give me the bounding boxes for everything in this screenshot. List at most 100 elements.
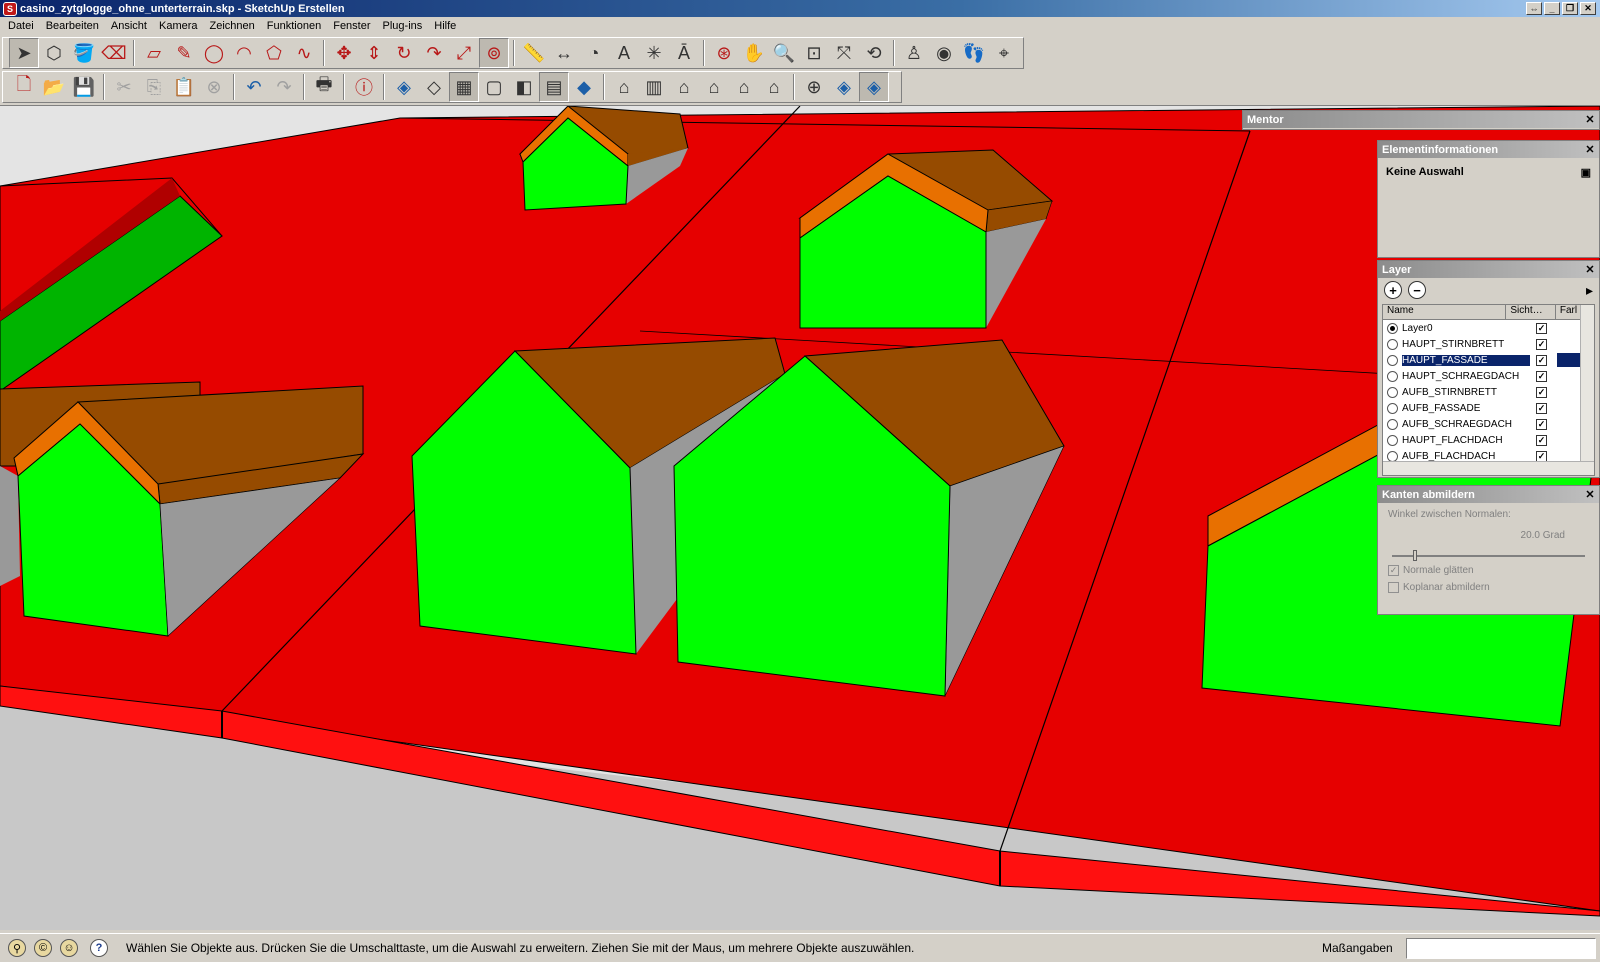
menu-hilfe[interactable]: Hilfe	[428, 20, 462, 32]
rotate-icon[interactable]: ↻	[389, 38, 419, 68]
zoom-extents-icon[interactable]: ⤧	[829, 38, 859, 68]
col-visible[interactable]: Sicht…	[1506, 305, 1556, 319]
menu-datei[interactable]: Datei	[2, 20, 40, 32]
layer-row[interactable]: Layer0 ✓	[1383, 320, 1594, 336]
zoom-window-icon[interactable]: ⊡	[799, 38, 829, 68]
delete-layer-icon[interactable]: −	[1408, 281, 1426, 299]
polygon-icon[interactable]: ⬠	[259, 38, 289, 68]
menu-ansicht[interactable]: Ansicht	[105, 20, 153, 32]
layer-row[interactable]: AUFB_STIRNBRETT ✓	[1383, 384, 1594, 400]
soften-coplanar-checkbox[interactable]	[1388, 582, 1399, 593]
layer-name[interactable]: AUFB_FLACHDACH	[1402, 451, 1530, 462]
visible-checkbox[interactable]: ✓	[1536, 450, 1547, 462]
xray-icon[interactable]: ◈	[389, 72, 419, 102]
active-layer-radio[interactable]	[1387, 434, 1398, 446]
layer-row[interactable]: AUFB_SCHRAEGDACH ✓	[1383, 416, 1594, 432]
open-file-icon[interactable]: 📂	[39, 72, 69, 102]
shaded-textures-icon[interactable]: ▤	[539, 72, 569, 102]
iso-view-icon[interactable]: ⌂	[609, 72, 639, 102]
layer-name[interactable]: AUFB_STIRNBRETT	[1402, 387, 1530, 398]
active-layer-radio[interactable]	[1387, 354, 1398, 366]
eraser-icon[interactable]: ⌫	[99, 38, 129, 68]
undo-icon[interactable]: ↶	[239, 72, 269, 102]
active-layer-radio[interactable]	[1387, 418, 1398, 430]
copy-icon[interactable]: ⎘	[139, 72, 169, 102]
circle-icon[interactable]: ◯	[199, 38, 229, 68]
layer-horizontal-scrollbar[interactable]	[1383, 461, 1594, 475]
close-icon[interactable]: ✕	[1583, 113, 1597, 126]
pencil-line-icon[interactable]: ✎	[169, 38, 199, 68]
follow-me-icon[interactable]: ↷	[419, 38, 449, 68]
layer-name[interactable]: AUFB_SCHRAEGDACH	[1402, 419, 1530, 430]
entity-info-title-bar[interactable]: Elementinformationen ✕	[1378, 141, 1599, 158]
layer-row[interactable]: HAUPT_FLACHDACH ✓	[1383, 432, 1594, 448]
scale-icon[interactable]: ⤢	[449, 38, 479, 68]
layer-name[interactable]: HAUPT_STIRNBRETT	[1402, 339, 1530, 350]
orbit-icon[interactable]: ⊛	[709, 38, 739, 68]
visible-checkbox[interactable]: ✓	[1536, 370, 1547, 382]
active-layer-radio[interactable]	[1387, 450, 1398, 462]
monochrome-icon[interactable]: ◆	[569, 72, 599, 102]
menu-kamera[interactable]: Kamera	[153, 20, 204, 32]
layer-name[interactable]: HAUPT_FASSADE	[1401, 353, 1531, 367]
hidden-line-icon[interactable]: ▢	[479, 72, 509, 102]
mentor-title-bar[interactable]: Mentor ✕	[1243, 111, 1599, 128]
user-icon[interactable]: ☺	[60, 939, 78, 957]
arc-icon[interactable]: ◠	[229, 38, 259, 68]
cut-icon[interactable]: ✂	[109, 72, 139, 102]
model-info-icon[interactable]: ⓘ	[349, 72, 379, 102]
axes-icon[interactable]: ✳	[639, 38, 669, 68]
layer-name[interactable]: AUFB_FASSADE	[1402, 403, 1530, 414]
visible-checkbox[interactable]: ✓	[1536, 338, 1547, 350]
back-edges-icon[interactable]: ◇	[419, 72, 449, 102]
delete-icon[interactable]: ⊗	[199, 72, 229, 102]
wireframe-icon[interactable]: ▦	[449, 72, 479, 102]
look-around-icon[interactable]: ◉	[929, 38, 959, 68]
menu-funktionen[interactable]: Funktionen	[261, 20, 327, 32]
layer-row[interactable]: AUFB_FASSADE ✓	[1383, 400, 1594, 416]
active-layer-radio[interactable]	[1387, 338, 1398, 350]
paint-bucket-icon[interactable]: 🪣	[69, 38, 99, 68]
layer-row[interactable]: HAUPT_FASSADE ✓	[1383, 352, 1594, 368]
minimize-button[interactable]: _	[1544, 2, 1560, 15]
save-icon[interactable]: 💾	[69, 72, 99, 102]
section-cuts-icon[interactable]: ◈	[829, 72, 859, 102]
text-icon[interactable]: A	[609, 38, 639, 68]
menu-fenster[interactable]: Fenster	[327, 20, 376, 32]
layer-details-icon[interactable]: ▸	[1586, 282, 1593, 299]
smooth-normals-checkbox[interactable]: ✓	[1388, 565, 1399, 576]
restore-icon[interactable]: ⇔	[1526, 2, 1542, 15]
print-icon[interactable]: 🖶	[309, 72, 339, 102]
menu-plugins[interactable]: Plug-ins	[377, 20, 429, 32]
layer-name[interactable]: Layer0	[1402, 323, 1530, 334]
visible-checkbox[interactable]: ✓	[1536, 322, 1547, 334]
move-icon[interactable]: ✥	[329, 38, 359, 68]
credits-icon[interactable]: ©	[34, 939, 52, 957]
back-view-icon[interactable]: ⌂	[729, 72, 759, 102]
visible-checkbox[interactable]: ✓	[1536, 386, 1547, 398]
layer-name[interactable]: HAUPT_FLACHDACH	[1402, 435, 1530, 446]
walk-icon[interactable]: 👣	[959, 38, 989, 68]
select-arrow-icon[interactable]: ➤	[9, 38, 39, 68]
tape-measure-icon[interactable]: 📏	[519, 38, 549, 68]
zoom-icon[interactable]: 🔍	[769, 38, 799, 68]
soften-edges-title-bar[interactable]: Kanten abmildern ✕	[1378, 486, 1599, 503]
dimension-icon[interactable]: ↔	[549, 38, 579, 68]
active-layer-radio[interactable]	[1387, 322, 1398, 334]
angle-slider[interactable]	[1392, 550, 1585, 561]
layer-title-bar[interactable]: Layer ✕	[1378, 261, 1599, 278]
model-viewport[interactable]	[0, 105, 1600, 930]
3d-text-icon[interactable]: Ā	[669, 38, 699, 68]
layer-row[interactable]: HAUPT_STIRNBRETT ✓	[1383, 336, 1594, 352]
left-view-icon[interactable]: ⌂	[759, 72, 789, 102]
layer-vertical-scrollbar[interactable]	[1580, 305, 1594, 461]
offset-icon[interactable]: ⊚	[479, 38, 509, 68]
active-layer-radio[interactable]	[1387, 402, 1398, 414]
freehand-icon[interactable]: ∿	[289, 38, 319, 68]
section-fill-icon[interactable]: ◈	[859, 72, 889, 102]
front-view-icon[interactable]: ⌂	[669, 72, 699, 102]
redo-icon[interactable]: ↷	[269, 72, 299, 102]
section-display-icon[interactable]: ⊕	[799, 72, 829, 102]
rectangle-icon[interactable]: ▱	[139, 38, 169, 68]
position-camera-icon[interactable]: ♙	[899, 38, 929, 68]
